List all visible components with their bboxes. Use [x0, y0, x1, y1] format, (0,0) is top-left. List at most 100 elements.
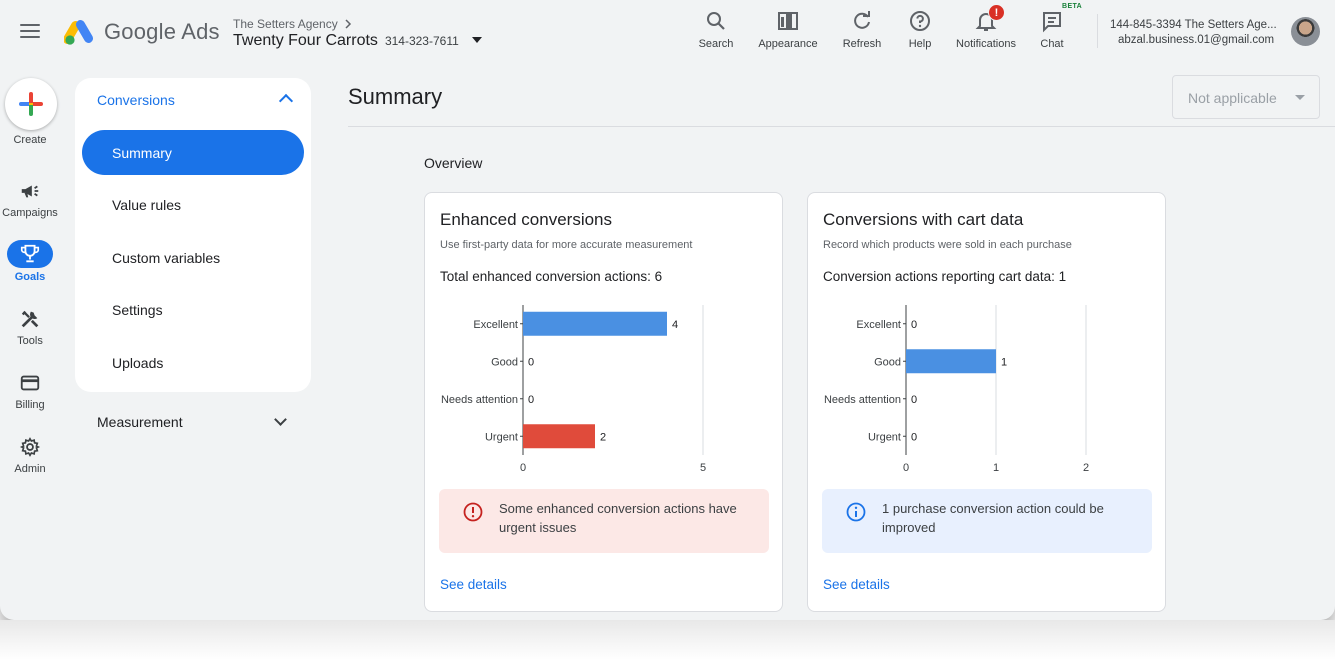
card-title: Conversions with cart data: [823, 210, 1024, 229]
window-shadow: [0, 620, 1335, 660]
menu-icon[interactable]: [20, 24, 40, 40]
chevron-right-icon: [345, 19, 351, 29]
help-label: Help: [908, 38, 932, 50]
x-tick-label: 1: [993, 462, 999, 474]
card-subtitle: Use first-party data for more accurate m…: [440, 239, 693, 251]
rail-item-tools[interactable]: Tools: [0, 308, 60, 358]
rail-item-campaigns[interactable]: Campaigns: [0, 180, 60, 230]
nav-section-measurement[interactable]: Measurement: [97, 413, 289, 432]
brand-name: Google Ads: [104, 19, 220, 44]
rail-label-tools: Tools: [17, 335, 43, 347]
bar: [906, 349, 996, 374]
error-icon: [463, 502, 483, 522]
rail-label-billing: Billing: [15, 399, 45, 411]
nav-item-custom-variables[interactable]: Custom variables: [82, 235, 304, 280]
x-tick-label: 0: [903, 462, 909, 474]
cart-data-chart: 0 1 2 Excellent 0 Good 1 Needs attention 0 Urgent…: [824, 305, 1089, 474]
data-label: 0: [911, 319, 917, 331]
header-divider: [1097, 14, 1098, 48]
top-header: Google Ads The Setters Agency Twenty Fou…: [0, 0, 1335, 66]
gear-icon: [19, 437, 41, 457]
nav-section-conversions[interactable]: Conversions: [97, 92, 297, 110]
search-label: Search: [698, 38, 734, 50]
megaphone-icon: [21, 185, 39, 198]
user-info[interactable]: 144-845-3394 The Setters Age... abzal.bu…: [1110, 18, 1277, 48]
x-tick-label: 0: [520, 462, 526, 474]
category-label: Needs attention: [824, 394, 901, 406]
category-label: Urgent: [485, 431, 518, 443]
create-button[interactable]: [5, 78, 57, 130]
data-label: 0: [528, 356, 534, 368]
nav-section-label: Conversions: [97, 92, 175, 108]
data-label: 0: [911, 431, 917, 443]
chat-button[interactable]: BETA Chat: [1022, 3, 1083, 56]
avatar[interactable]: [1291, 17, 1320, 46]
account-name: Twenty Four Carrots: [233, 32, 378, 49]
search-button[interactable]: Search: [690, 6, 742, 56]
category-label: Excellent: [856, 319, 901, 331]
x-tick-label: 2: [1083, 462, 1089, 474]
title-divider: [348, 126, 1335, 127]
nav-item-value-rules[interactable]: Value rules: [82, 182, 304, 227]
bar: [523, 424, 595, 449]
notification-badge: !: [988, 4, 1005, 21]
nav-item-settings[interactable]: Settings: [82, 287, 304, 332]
category-label: Excellent: [473, 319, 518, 331]
conversions-nav-panel: Conversions Summary Value rules Custom v…: [75, 78, 311, 392]
category-label: Urgent: [868, 431, 901, 443]
see-details-link[interactable]: See details: [823, 577, 890, 592]
help-button[interactable]: Help: [890, 6, 950, 56]
chat-icon: [1043, 12, 1061, 33]
user-email: abzal.business.01@gmail.com: [1118, 34, 1275, 46]
breadcrumb-agency[interactable]: The Setters Agency: [233, 17, 352, 31]
search-icon: [707, 12, 725, 30]
left-rail: Create Campaigns Goals Tools Billing Adm…: [0, 66, 60, 620]
select-value: Not applicable: [1188, 90, 1277, 106]
appearance-icon: [778, 12, 798, 30]
credit-card-icon: [20, 375, 40, 391]
appearance-label: Appearance: [758, 38, 818, 50]
nav-item-uploads[interactable]: Uploads: [82, 340, 304, 385]
data-label: 4: [672, 319, 678, 331]
beta-tag: BETA: [1062, 3, 1083, 10]
appearance-button[interactable]: Appearance: [742, 6, 834, 56]
trophy-icon: [20, 244, 40, 263]
active-pill: [7, 240, 53, 268]
refresh-button[interactable]: Refresh: [834, 6, 890, 56]
nav-section2-label: Measurement: [97, 414, 183, 430]
rail-label-campaigns: Campaigns: [2, 207, 58, 219]
tools-icon: [21, 310, 39, 328]
chevron-up-icon: [278, 93, 294, 109]
create-label: Create: [13, 134, 47, 146]
refresh-label: Refresh: [842, 38, 882, 50]
category-label: Good: [874, 356, 901, 368]
rail-item-admin[interactable]: Admin: [0, 436, 60, 486]
nav-item-summary[interactable]: Summary: [82, 130, 304, 175]
rail-item-goals[interactable]: Goals: [0, 240, 60, 294]
enhanced-conversions-chart: 0 5 Excellent 4 Good 0 Needs attention 0 Urgent 2: [441, 305, 706, 474]
rail-label-admin: Admin: [14, 463, 46, 475]
caret-down-icon: [471, 37, 482, 43]
card-total: Total enhanced conversion actions: 6: [440, 269, 663, 284]
error-alert: Some enhanced conversion actions have ur…: [439, 489, 769, 553]
refresh-icon: [854, 11, 870, 29]
cart-data-card: Conversions with cart data Record which …: [807, 192, 1166, 612]
bar: [523, 311, 667, 336]
data-label: 0: [911, 394, 917, 406]
overview-heading: Overview: [424, 155, 483, 171]
data-label: 1: [1001, 356, 1007, 368]
chat-label: Chat: [1040, 38, 1064, 50]
account-selector[interactable]: Twenty Four Carrots 314-323-7611: [233, 32, 482, 50]
alert-text: Some enhanced conversion actions have ur…: [499, 501, 737, 535]
user-account-line: 144-845-3394 The Setters Age...: [1110, 19, 1277, 31]
alert-text: 1 purchase conversion action could be im…: [882, 501, 1104, 535]
info-icon: [846, 502, 866, 522]
see-details-link[interactable]: See details: [440, 577, 507, 592]
status-select[interactable]: Not applicable: [1172, 75, 1320, 119]
rail-label-goals: Goals: [14, 271, 46, 283]
notifications-button[interactable]: ! Notifications: [950, 4, 1022, 56]
card-total: Conversion actions reporting cart data: …: [823, 269, 1067, 284]
category-label: Needs attention: [441, 394, 518, 406]
caret-down-icon: [1295, 95, 1305, 100]
rail-item-billing[interactable]: Billing: [0, 372, 60, 422]
